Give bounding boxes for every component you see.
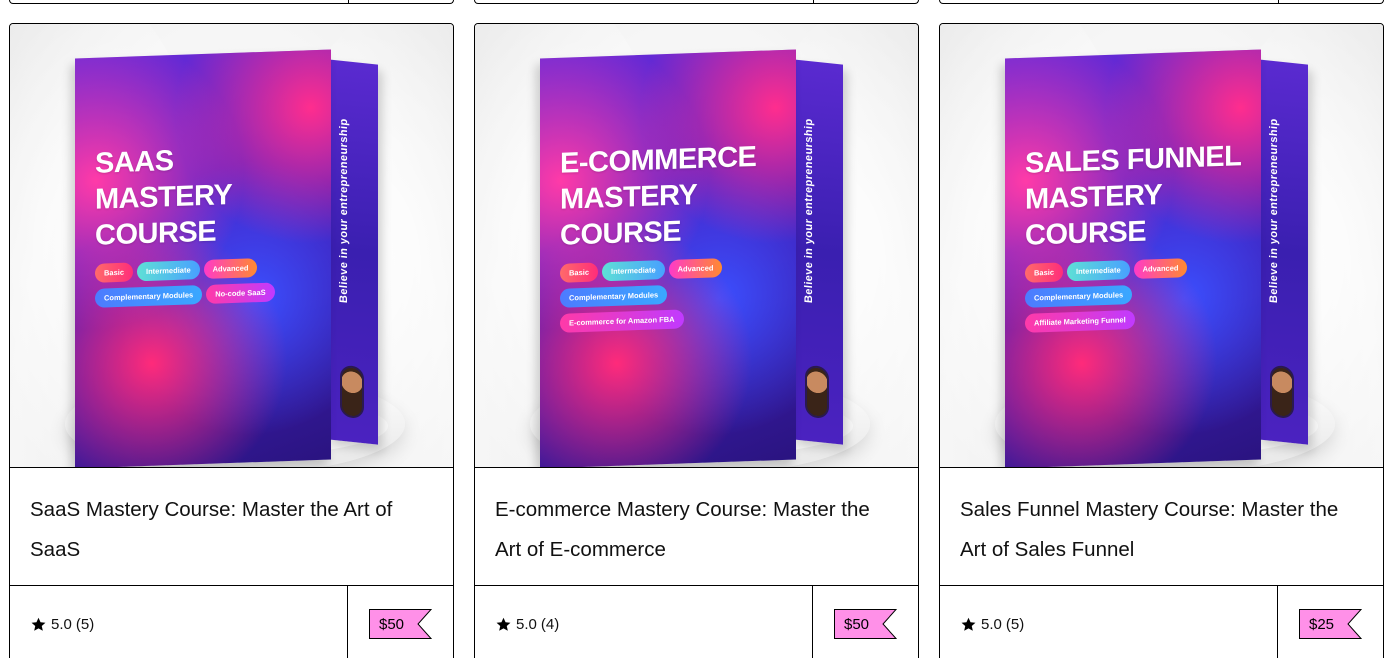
rating-value: 5.0 bbox=[981, 615, 1002, 633]
box-side-panel: Believe in your entrepreneurship bbox=[793, 59, 843, 445]
cover-pill: Basic bbox=[1025, 262, 1064, 283]
cover-pills: Basic Intermediate Advanced Complementar… bbox=[560, 256, 775, 333]
cover-pill: Advanced bbox=[668, 258, 723, 279]
rating-value: 5.0 bbox=[516, 615, 537, 633]
price-tag-notch-icon bbox=[875, 609, 898, 639]
product-card[interactable]: Believe in your entrepreneurship SALES F… bbox=[939, 23, 1384, 658]
cover-title: SALES FUNNEL MASTERY COURSE bbox=[1025, 138, 1241, 254]
price-tag-notch-icon bbox=[1340, 609, 1363, 639]
price-tag[interactable]: $50 bbox=[833, 609, 898, 639]
product-card[interactable]: Believe in your entrepreneurship E-COMME… bbox=[474, 23, 919, 658]
price-cell: $25 bbox=[1277, 586, 1383, 658]
box-side-panel: Believe in your entrepreneurship bbox=[328, 59, 378, 445]
product-title[interactable]: Sales Funnel Mastery Course: Master the … bbox=[940, 468, 1383, 586]
rating-count: (5) bbox=[75, 615, 95, 633]
cover-title-line: SALES FUNNEL bbox=[1025, 140, 1242, 180]
price-tag[interactable]: $50 bbox=[368, 609, 433, 639]
product-title[interactable]: SaaS Mastery Course: Master the Art of S… bbox=[10, 468, 453, 586]
product-rating: 5.0 (5) bbox=[940, 586, 1277, 658]
rating-count: (5) bbox=[1005, 615, 1025, 633]
product-grid: Believe in your entrepreneurship SAAS MA… bbox=[9, 23, 1384, 658]
cover-pill: Complementary Modules bbox=[95, 285, 203, 308]
card-footer-divider bbox=[348, 0, 349, 3]
rating-count: (4) bbox=[540, 615, 560, 633]
rating-value: 5.0 bbox=[51, 615, 72, 633]
price-label: $25 bbox=[1298, 609, 1341, 639]
box-side-text: Believe in your entrepreneurship bbox=[803, 118, 815, 304]
previous-row-card[interactable] bbox=[474, 0, 919, 4]
cover-pill: Intermediate bbox=[1067, 260, 1130, 282]
price-cell: $50 bbox=[347, 586, 453, 658]
cover-pill: Intermediate bbox=[137, 260, 200, 282]
price-tag[interactable]: $25 bbox=[1298, 609, 1363, 639]
cover-title-line: SAAS bbox=[95, 145, 174, 180]
cover-pill: Complementary Modules bbox=[560, 285, 668, 308]
product-thumbnail[interactable]: Believe in your entrepreneurship SALES F… bbox=[940, 24, 1383, 468]
cover-pill: No-code SaaS bbox=[206, 282, 275, 304]
box-front-cover: SALES FUNNEL MASTERY COURSE Basic Interm… bbox=[1005, 49, 1261, 467]
cover-title-line: COURSE bbox=[1025, 215, 1147, 252]
price-label: $50 bbox=[368, 609, 411, 639]
product-rating: 5.0 (4) bbox=[475, 586, 812, 658]
card-footer: 5.0 (5) $50 bbox=[10, 586, 453, 658]
cover-pill: Advanced bbox=[203, 258, 258, 279]
product-thumbnail[interactable]: Believe in your entrepreneurship E-COMME… bbox=[475, 24, 918, 468]
product-card[interactable]: Believe in your entrepreneurship SAAS MA… bbox=[9, 23, 454, 658]
cover-title-line: COURSE bbox=[95, 215, 217, 252]
cover-pills: Basic Intermediate Advanced Complementar… bbox=[1025, 256, 1240, 333]
cover-title-line: E-COMMERCE bbox=[560, 140, 757, 180]
cover-pill: Affiliate Marketing Funnel bbox=[1025, 309, 1135, 333]
box-side-text: Believe in your entrepreneurship bbox=[1268, 118, 1280, 304]
cover-pill: E-commerce for Amazon FBA bbox=[560, 309, 684, 333]
cover-pill: Complementary Modules bbox=[1025, 285, 1133, 308]
cover-title: E-COMMERCE MASTERY COURSE bbox=[560, 139, 756, 254]
author-portrait bbox=[805, 364, 829, 420]
star-icon bbox=[961, 617, 976, 631]
card-footer: 5.0 (4) $50 bbox=[475, 586, 918, 658]
cover-pills: Basic Intermediate Advanced Complementar… bbox=[95, 256, 310, 308]
price-tag-notch-icon bbox=[410, 609, 433, 639]
box-front-cover: SAAS MASTERY COURSE Basic Intermediate A… bbox=[75, 49, 331, 467]
star-icon bbox=[496, 617, 511, 631]
cover-title-line: MASTERY bbox=[95, 178, 233, 216]
product-title[interactable]: E-commerce Mastery Course: Master the Ar… bbox=[475, 468, 918, 586]
cover-pill: Intermediate bbox=[602, 260, 665, 282]
card-footer: 5.0 (5) $25 bbox=[940, 586, 1383, 658]
previous-row-card[interactable] bbox=[9, 0, 454, 4]
card-footer-divider bbox=[813, 0, 814, 3]
box-front-cover: E-COMMERCE MASTERY COURSE Basic Intermed… bbox=[540, 49, 796, 467]
cover-pill: Basic bbox=[560, 262, 599, 283]
box-side-text: Believe in your entrepreneurship bbox=[338, 118, 350, 304]
box-side-panel: Believe in your entrepreneurship bbox=[1258, 59, 1308, 445]
product-rating: 5.0 (5) bbox=[10, 586, 347, 658]
product-thumbnail[interactable]: Believe in your entrepreneurship SAAS MA… bbox=[10, 24, 453, 468]
cover-title: SAAS MASTERY COURSE bbox=[95, 141, 232, 254]
previous-row-card[interactable] bbox=[939, 0, 1384, 4]
author-portrait bbox=[1270, 364, 1294, 420]
price-cell: $50 bbox=[812, 586, 918, 658]
author-portrait bbox=[340, 364, 364, 420]
star-icon bbox=[31, 617, 46, 631]
cover-pill: Basic bbox=[95, 262, 134, 283]
price-label: $50 bbox=[833, 609, 876, 639]
cover-title-line: COURSE bbox=[560, 215, 682, 252]
cover-pill: Advanced bbox=[1133, 258, 1188, 279]
card-footer-divider bbox=[1278, 0, 1279, 3]
